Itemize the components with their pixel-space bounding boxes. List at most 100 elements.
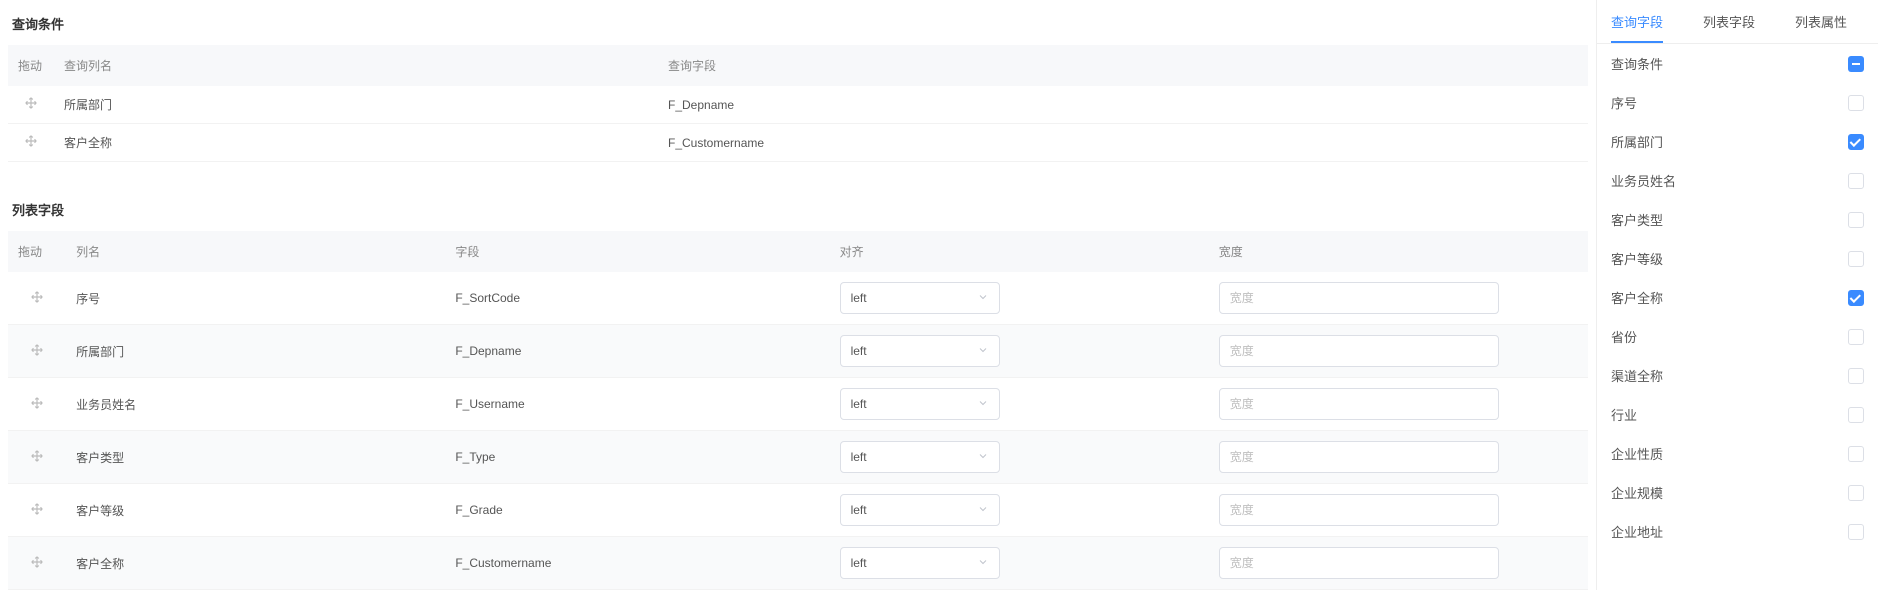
list-header-field: 字段 xyxy=(445,231,829,272)
table-row: 所属部门F_Depnameleft xyxy=(8,325,1588,378)
query-row-field: F_Depname xyxy=(658,86,1588,124)
align-select-value: left xyxy=(851,450,867,464)
query-row-name: 所属部门 xyxy=(54,86,658,124)
side-field-label: 客户等级 xyxy=(1611,249,1663,268)
list-header-name: 列名 xyxy=(66,231,445,272)
list-row-name: 客户类型 xyxy=(66,431,445,484)
tab[interactable]: 列表字段 xyxy=(1703,12,1755,43)
side-field-label: 序号 xyxy=(1611,93,1637,112)
side-tabs: 查询字段 列表字段 列表属性 xyxy=(1597,0,1878,44)
side-field-item: 业务员姓名 xyxy=(1597,161,1878,200)
tab[interactable]: 列表属性 xyxy=(1795,12,1847,43)
list-row-field: F_Grade xyxy=(445,484,829,537)
chevron-down-icon xyxy=(977,503,989,518)
side-field-item: 查询条件 xyxy=(1597,44,1878,83)
chevron-down-icon xyxy=(977,344,989,359)
field-checkbox[interactable] xyxy=(1848,134,1864,150)
main-panel: 查询条件 拖动 查询列名 查询字段 所属部门F_Depname客户全称F_Cus… xyxy=(0,0,1596,590)
table-row: 客户全称F_Customername xyxy=(8,124,1588,162)
side-field-item: 客户类型 xyxy=(1597,200,1878,239)
list-row-field: F_Depname xyxy=(445,325,829,378)
side-field-item: 所属部门 xyxy=(1597,122,1878,161)
field-checkbox[interactable] xyxy=(1848,524,1864,540)
drag-handle-icon[interactable] xyxy=(24,96,38,110)
field-checkbox[interactable] xyxy=(1848,95,1864,111)
list-row-field: F_SortCode xyxy=(445,272,829,325)
drag-handle-icon[interactable] xyxy=(30,449,44,463)
side-field-item: 客户等级 xyxy=(1597,239,1878,278)
side-field-item: 省份 xyxy=(1597,317,1878,356)
field-checkbox[interactable] xyxy=(1848,485,1864,501)
align-select-value: left xyxy=(851,503,867,517)
side-field-label: 业务员姓名 xyxy=(1611,171,1676,190)
side-field-item: 行业 xyxy=(1597,395,1878,434)
query-row-field: F_Customername xyxy=(658,124,1588,162)
table-row: 业务员姓名F_Usernameleft xyxy=(8,378,1588,431)
side-field-label: 渠道全称 xyxy=(1611,366,1663,385)
side-field-label: 客户类型 xyxy=(1611,210,1663,229)
drag-handle-icon[interactable] xyxy=(30,396,44,410)
side-field-item: 客户全称 xyxy=(1597,278,1878,317)
chevron-down-icon xyxy=(977,291,989,306)
align-select-value: left xyxy=(851,291,867,305)
align-select[interactable]: left xyxy=(840,335,1000,367)
align-select-value: left xyxy=(851,397,867,411)
field-checkbox[interactable] xyxy=(1848,368,1864,384)
tab[interactable]: 查询字段 xyxy=(1611,12,1663,43)
width-input[interactable] xyxy=(1219,388,1499,420)
table-row: 客户等级F_Gradeleft xyxy=(8,484,1588,537)
query-header-field: 查询字段 xyxy=(658,45,1588,86)
chevron-down-icon xyxy=(977,397,989,412)
side-field-label: 客户全称 xyxy=(1611,288,1663,307)
align-select[interactable]: left xyxy=(840,441,1000,473)
side-field-label: 企业性质 xyxy=(1611,444,1663,463)
field-checkbox[interactable] xyxy=(1848,329,1864,345)
list-header-width: 宽度 xyxy=(1209,231,1588,272)
table-row: 客户全称F_Customername left xyxy=(8,537,1588,590)
list-row-name: 序号 xyxy=(66,272,445,325)
side-field-label: 所属部门 xyxy=(1611,132,1663,151)
table-row: 所属部门F_Depname xyxy=(8,86,1588,124)
field-checkbox[interactable] xyxy=(1848,446,1864,462)
align-select-value: left xyxy=(851,556,867,570)
list-row-field: F_Customername xyxy=(445,537,829,590)
list-row-name: 客户全称 xyxy=(66,537,445,590)
align-select[interactable]: left xyxy=(840,388,1000,420)
drag-handle-icon[interactable] xyxy=(30,555,44,569)
side-field-item: 企业地址 xyxy=(1597,512,1878,551)
drag-handle-icon[interactable] xyxy=(24,134,38,148)
side-field-label: 行业 xyxy=(1611,405,1637,424)
list-row-name: 业务员姓名 xyxy=(66,378,445,431)
query-header-drag: 拖动 xyxy=(8,45,54,86)
align-select[interactable]: left xyxy=(840,282,1000,314)
width-input[interactable] xyxy=(1219,494,1499,526)
list-header-drag: 拖动 xyxy=(8,231,66,272)
width-input[interactable] xyxy=(1219,547,1499,579)
field-checkbox[interactable] xyxy=(1848,290,1864,306)
width-input[interactable] xyxy=(1219,441,1499,473)
width-input[interactable] xyxy=(1219,282,1499,314)
drag-handle-icon[interactable] xyxy=(30,343,44,357)
side-field-item: 企业性质 xyxy=(1597,434,1878,473)
list-header-align: 对齐 xyxy=(830,231,1209,272)
field-checkbox[interactable] xyxy=(1848,212,1864,228)
align-select[interactable]: left xyxy=(840,494,1000,526)
drag-handle-icon[interactable] xyxy=(30,502,44,516)
query-row-name: 客户全称 xyxy=(54,124,658,162)
chevron-down-icon xyxy=(977,556,989,571)
side-field-item: 渠道全称 xyxy=(1597,356,1878,395)
side-field-item: 企业规模 xyxy=(1597,473,1878,512)
align-select[interactable]: left xyxy=(840,547,1000,579)
width-input[interactable] xyxy=(1219,335,1499,367)
side-field-label: 省份 xyxy=(1611,327,1637,346)
collapse-button[interactable] xyxy=(1848,56,1864,72)
table-row: 客户类型F_Typeleft xyxy=(8,431,1588,484)
field-checkbox[interactable] xyxy=(1848,173,1864,189)
drag-handle-icon[interactable] xyxy=(30,290,44,304)
side-field-list: 查询条件序号所属部门业务员姓名客户类型客户等级客户全称省份渠道全称行业企业性质企… xyxy=(1597,44,1878,551)
align-select-value: left xyxy=(851,344,867,358)
list-fields-table: 拖动 列名 字段 对齐 宽度 序号F_SortCodeleft所属部门F_Dep… xyxy=(8,231,1588,590)
field-checkbox[interactable] xyxy=(1848,251,1864,267)
field-checkbox[interactable] xyxy=(1848,407,1864,423)
side-field-label: 企业规模 xyxy=(1611,483,1663,502)
